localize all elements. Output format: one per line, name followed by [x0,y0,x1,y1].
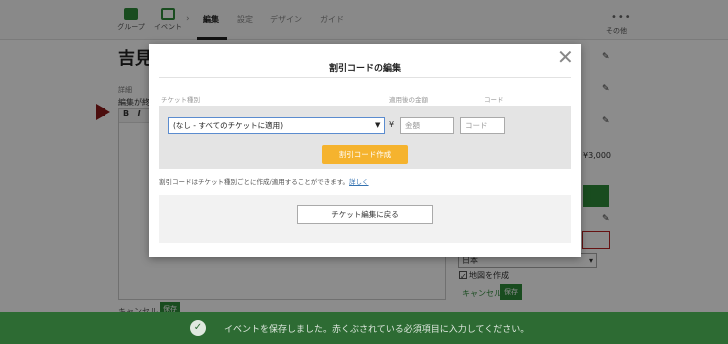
column-header-code: コード [484,96,504,104]
notification-text: イベントを保存しました。赤くぶされている必須項目に入力してください。 [224,325,530,335]
modal-divider [159,77,571,78]
column-header-ticket: チケット種別 [161,96,200,104]
learn-more-link[interactable]: 詳しく [349,178,369,186]
chevron-down-icon[interactable]: ▼ [375,117,380,134]
help-description: 割引コードはチケット種別ごとに作成/適用することができます。 [159,178,350,186]
ticket-type-select[interactable]: (なし - すべてのチケットに適用) [168,117,385,134]
code-input[interactable]: コード [460,117,505,134]
yen-symbol: ¥ [389,120,395,129]
amount-input[interactable]: 金額 [400,117,454,134]
check-circle-icon: ✓ [190,320,206,336]
discount-form-panel: (なし - すべてのチケットに適用) ▼ ¥ 金額 コード 割引コード作成 [159,106,571,169]
column-header-amount: 適用後の金額 [389,96,428,104]
close-icon[interactable]: ✕ [557,47,574,67]
back-to-ticket-edit-button[interactable]: チケット編集に戻る [297,205,433,224]
discount-code-modal: 割引コードの編集 ✕ チケット種別 適用後の金額 コード (なし - すべてのチ… [149,44,581,257]
help-text: 割引コードはチケット種別ごとに作成/適用することができます。詳しく [159,176,369,186]
notification-bar: ✓ イベントを保存しました。赤くぶされている必須項目に入力してください。 [0,312,728,344]
modal-footer-panel: チケット編集に戻る [159,195,571,243]
create-discount-code-button[interactable]: 割引コード作成 [322,145,408,164]
modal-title: 割引コードの編集 [328,64,401,74]
